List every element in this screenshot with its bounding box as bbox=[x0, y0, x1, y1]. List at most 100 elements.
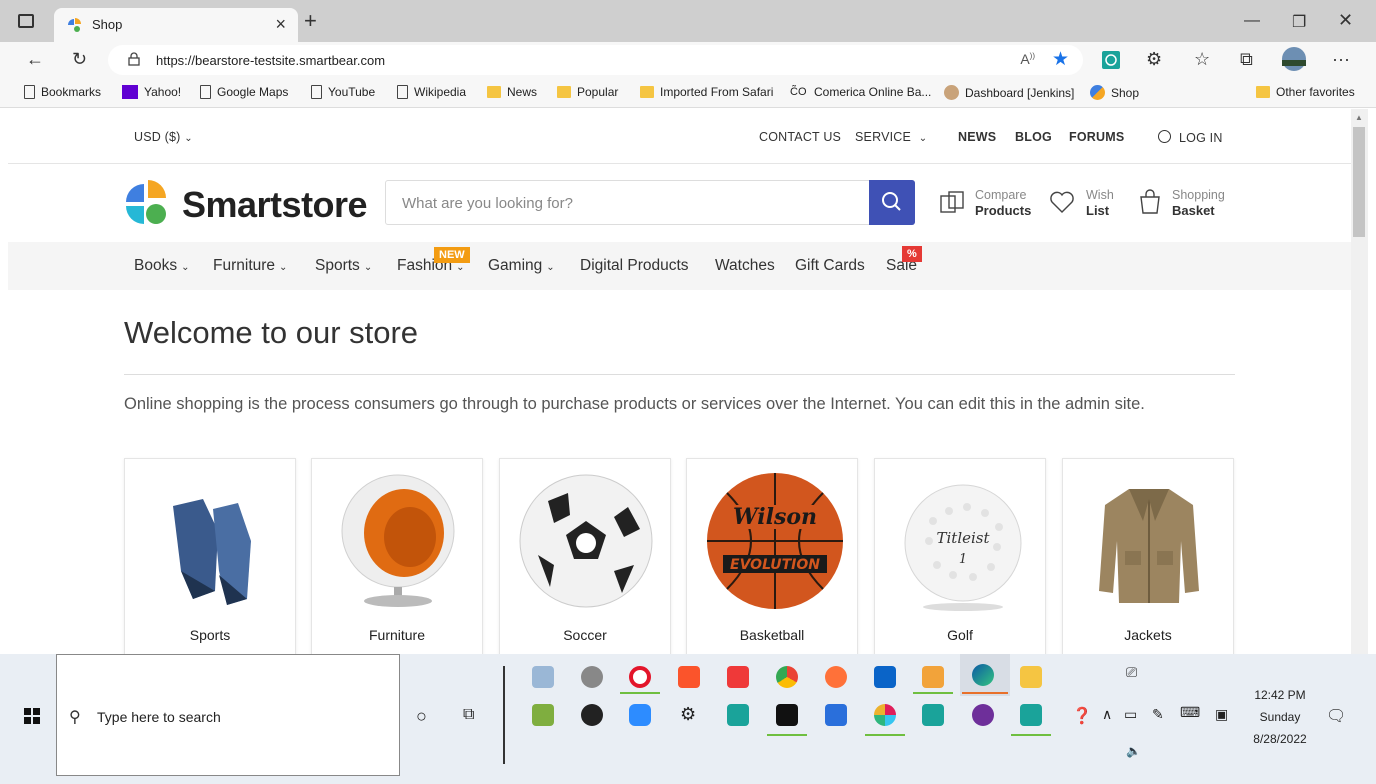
page-scrollbar[interactable]: ▲ bbox=[1351, 109, 1368, 654]
menu-item-gaming[interactable]: Gaming ⌄ bbox=[488, 257, 555, 275]
login-link[interactable]: LOG IN bbox=[1158, 130, 1223, 145]
bookmark-folder-popular[interactable]: Popular bbox=[557, 85, 618, 99]
browser-toolbar: ← ↻ https://bearstore-testsite.smartbear… bbox=[0, 42, 1376, 78]
bookmark-yahoo[interactable]: Yahoo! bbox=[122, 85, 181, 99]
browser-tab-shop[interactable]: Shop × bbox=[54, 8, 298, 42]
testexecute-icon[interactable] bbox=[922, 704, 944, 726]
read-aloud-icon[interactable]: A)) bbox=[1020, 51, 1035, 67]
notifications-icon[interactable]: 🗨 bbox=[1326, 706, 1346, 726]
media-app-icon[interactable] bbox=[922, 666, 944, 688]
search-button[interactable] bbox=[869, 180, 915, 225]
menu-item-digital-products[interactable]: Digital Products bbox=[580, 257, 689, 275]
menu-item-furniture[interactable]: Furniture ⌄ bbox=[213, 257, 287, 275]
ball-chair-image bbox=[341, 474, 455, 607]
news-link[interactable]: NEWS bbox=[958, 130, 996, 144]
menu-item-watches[interactable]: Watches bbox=[715, 257, 775, 275]
terminal-icon[interactable] bbox=[776, 704, 798, 726]
vivaldi-icon[interactable] bbox=[727, 666, 749, 688]
edge-icon[interactable] bbox=[972, 664, 994, 686]
category-card-furniture[interactable]: Furniture bbox=[311, 458, 483, 654]
back-icon[interactable]: ← bbox=[26, 49, 44, 70]
compare-products-link[interactable]: Compare Products bbox=[975, 188, 1031, 219]
cortana-icon[interactable]: ○ bbox=[416, 706, 427, 727]
opera-icon[interactable] bbox=[629, 666, 651, 688]
clock-app-icon[interactable] bbox=[581, 666, 603, 688]
contact-us-link[interactable]: CONTACT US bbox=[759, 130, 841, 144]
address-bar[interactable]: https://bearstore-testsite.smartbear.com… bbox=[108, 45, 1083, 75]
help-icon[interactable]: ❓ bbox=[1072, 706, 1092, 726]
settings-gear-icon[interactable]: ⚙ bbox=[680, 704, 696, 725]
bookmark-shop[interactable]: Shop bbox=[1090, 85, 1139, 100]
profile-avatar[interactable] bbox=[1282, 47, 1306, 71]
bookmark-google-maps[interactable]: Google Maps bbox=[200, 85, 288, 99]
task-view-icon[interactable]: ⧉ bbox=[463, 706, 474, 724]
outlook-icon[interactable] bbox=[874, 666, 896, 688]
refresh-icon[interactable]: ↻ bbox=[72, 49, 87, 70]
tab-close-icon[interactable]: × bbox=[275, 14, 286, 35]
obs-icon[interactable] bbox=[581, 704, 603, 726]
minimize-icon[interactable]: — bbox=[1244, 12, 1260, 30]
network-icon[interactable]: ▣ bbox=[1215, 706, 1228, 723]
more-menu-icon[interactable]: ··· bbox=[1332, 49, 1350, 70]
menu-item-sports[interactable]: Sports ⌄ bbox=[315, 257, 372, 275]
keyboard-icon[interactable]: ⌨ bbox=[1180, 704, 1200, 721]
show-hidden-icons-chevron-icon[interactable]: ∧ bbox=[1102, 706, 1112, 723]
taskbar-divider bbox=[503, 666, 505, 764]
category-card-basketball[interactable]: Wilson EVOLUTION Basketball bbox=[686, 458, 858, 654]
store-search-input[interactable]: What are you looking for? bbox=[385, 180, 915, 225]
volume-icon[interactable]: 🔈 bbox=[1126, 744, 1141, 758]
zoom-icon[interactable] bbox=[629, 704, 651, 726]
bookmark-youtube[interactable]: YouTube bbox=[311, 85, 375, 99]
wishlist-link[interactable]: Wish List bbox=[1086, 188, 1114, 219]
battery-icon[interactable]: ▭ bbox=[1124, 706, 1137, 723]
store-logo-text[interactable]: Smartstore bbox=[182, 184, 368, 226]
chrome-icon[interactable] bbox=[776, 666, 798, 688]
powershell-icon[interactable] bbox=[825, 704, 847, 726]
favorite-star-icon[interactable]: ★ bbox=[1052, 48, 1069, 71]
app-icon[interactable] bbox=[532, 666, 554, 688]
category-card-sports[interactable]: Sports bbox=[124, 458, 296, 654]
scrollbar-thumb[interactable] bbox=[1353, 127, 1365, 237]
pen-icon[interactable]: ✎ bbox=[1152, 706, 1164, 723]
tab-actions-icon[interactable] bbox=[18, 14, 34, 28]
store-header: Smartstore What are you looking for? Com… bbox=[8, 164, 1351, 242]
service-menu[interactable]: SERVICE ⌄ bbox=[855, 130, 927, 144]
restore-icon[interactable]: ❐ bbox=[1292, 12, 1306, 32]
lock-icon bbox=[128, 52, 140, 66]
category-card-golf[interactable]: Titleist 1 Golf bbox=[874, 458, 1046, 654]
category-card-jackets[interactable]: Jackets bbox=[1062, 458, 1234, 654]
testcomplete-icon[interactable] bbox=[727, 704, 749, 726]
currency-selector[interactable]: USD ($) ⌄ bbox=[134, 130, 193, 144]
extension-icon[interactable] bbox=[1101, 50, 1121, 70]
phone-link-icon[interactable]: ⎚ bbox=[1126, 664, 1137, 681]
bookmark-jenkins[interactable]: Dashboard [Jenkins] bbox=[944, 85, 1074, 100]
shopping-basket-link[interactable]: Shopping Basket bbox=[1172, 188, 1225, 219]
bookmark-wikipedia[interactable]: Wikipedia bbox=[397, 85, 466, 99]
bookmark-bookmarks[interactable]: Bookmarks bbox=[24, 85, 101, 99]
category-card-soccer[interactable]: Soccer bbox=[499, 458, 671, 654]
system-clock[interactable]: 12:42 PM Sunday 8/28/2022 bbox=[1240, 684, 1320, 750]
brave-icon[interactable] bbox=[678, 666, 700, 688]
scroll-up-icon[interactable]: ▲ bbox=[1355, 113, 1363, 122]
bookmark-comerica[interactable]: C̃O Comerica Online Ba... bbox=[790, 85, 931, 99]
firefox-icon[interactable] bbox=[825, 666, 847, 688]
windows-start-icon[interactable] bbox=[24, 708, 40, 724]
testcomplete-icon[interactable] bbox=[1020, 704, 1042, 726]
bookmark-folder-safari[interactable]: Imported From Safari bbox=[640, 85, 773, 99]
blog-link[interactable]: BLOG bbox=[1015, 130, 1052, 144]
extensions-puzzle-icon[interactable]: ⚙ bbox=[1146, 49, 1162, 70]
menu-item-gift-cards[interactable]: Gift Cards bbox=[795, 257, 865, 275]
bookmark-other-favorites[interactable]: Other favorites bbox=[1256, 85, 1355, 99]
slack-icon[interactable] bbox=[874, 704, 896, 726]
file-explorer-icon[interactable] bbox=[1020, 666, 1042, 688]
menu-item-books[interactable]: Books ⌄ bbox=[134, 257, 189, 275]
github-desktop-icon[interactable] bbox=[972, 704, 994, 726]
taskbar-search-box[interactable]: ⚲ Type here to search bbox=[56, 654, 400, 776]
bookmark-folder-news[interactable]: News bbox=[487, 85, 537, 99]
favorites-list-icon[interactable]: ☆ bbox=[1194, 49, 1210, 70]
notepad-app-icon[interactable] bbox=[532, 704, 554, 726]
collections-icon[interactable]: ⧉ bbox=[1240, 49, 1253, 70]
new-tab-icon[interactable]: + bbox=[304, 8, 317, 34]
window-close-icon[interactable]: ✕ bbox=[1338, 10, 1353, 31]
forums-link[interactable]: FORUMS bbox=[1069, 130, 1124, 144]
